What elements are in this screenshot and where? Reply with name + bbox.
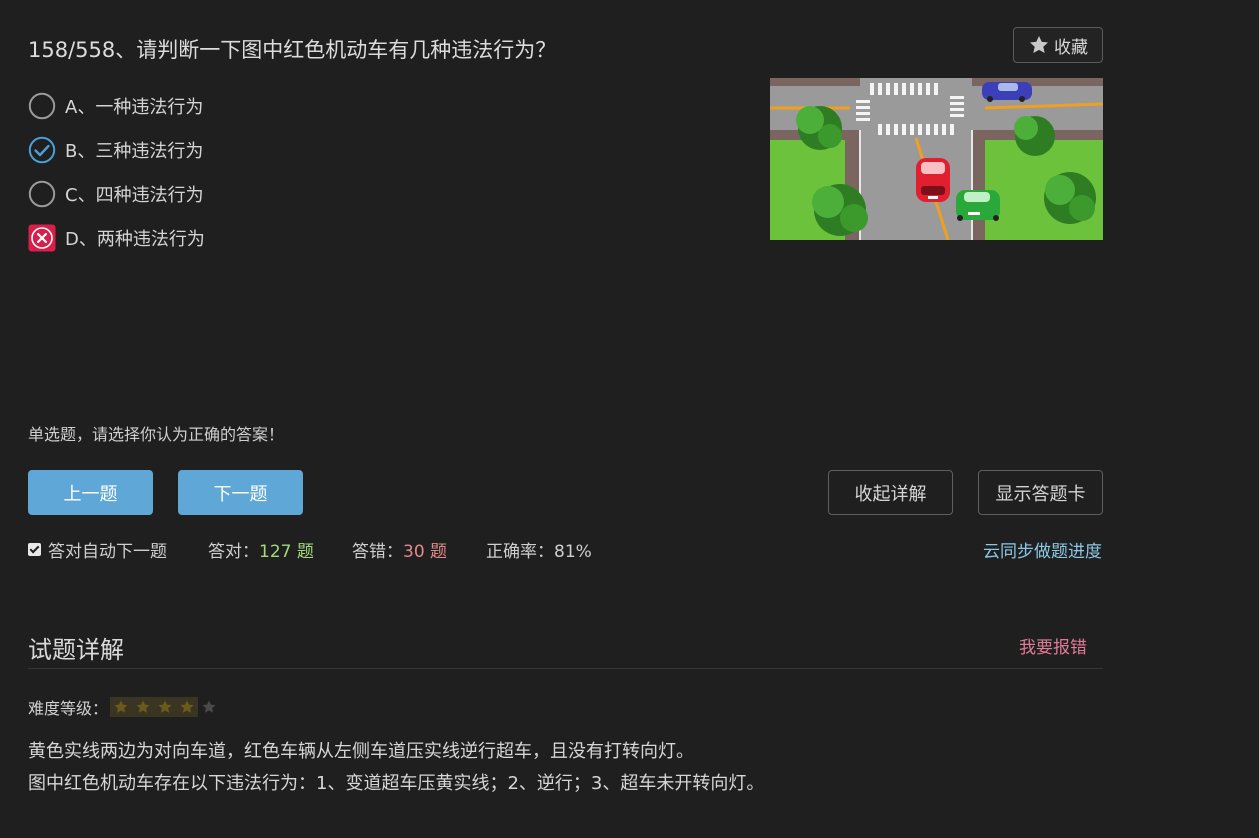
difficulty-label: 难度等级： [28,699,109,718]
wrong-count: 答错：30 题 [352,537,447,562]
show-answer-card-button[interactable]: 显示答题卡 [978,470,1103,515]
star-filled-icon [110,697,133,717]
explanation-line-2: 图中红色机动车存在以下违法行为：1、变道超车压黄实线；2、逆行；3、超车未开转向… [28,773,765,794]
collapse-explanation-button[interactable]: 收起详解 [828,470,953,515]
wrong-x-icon [28,224,56,252]
star-filled-icon [132,697,155,717]
divider [28,668,1103,669]
auto-next-label: 答对自动下一题 [48,542,167,562]
auto-next-checkbox[interactable] [28,543,41,556]
correct-count-label: 答对： [208,542,259,562]
question-title: 158/558、请判断一下图中红色机动车有几种违法行为？ [28,38,557,62]
star-icon [1030,36,1048,53]
next-question-button[interactable]: 下一题 [178,470,303,515]
difficulty-stars [110,697,220,717]
favorite-button[interactable]: 收藏 [1013,27,1103,63]
option-b-label: B、三种违法行为 [65,141,204,162]
cloud-sync-link[interactable]: 云同步做题进度 [983,537,1102,562]
star-filled-icon [154,697,177,717]
question-type-hint: 单选题，请选择你认为正确的答案！ [28,425,285,444]
wrong-count-value: 30 题 [403,542,448,562]
option-c[interactable]: C、四种违法行为 [28,179,204,209]
auto-next-toggle[interactable]: 答对自动下一题 [28,537,167,562]
option-c-label: C、四种违法行为 [65,185,204,206]
radio-unchecked-icon [28,92,56,120]
correct-count: 答对：127 题 [208,537,314,562]
star-filled-icon [176,697,199,717]
explanation-line-1: 黄色实线两边为对向车道，红色车辆从左侧车道压实线逆行超车，且没有打转向灯。 [28,741,694,762]
accuracy-rate: 正确率：81% [486,542,592,562]
difficulty-rating: 难度等级： [28,695,220,719]
correct-check-icon [28,136,56,164]
correct-count-value: 127 题 [259,542,314,562]
star-empty-icon [198,697,220,717]
option-a-label: A、一种违法行为 [65,97,204,118]
report-error-link[interactable]: 我要报错 [1019,633,1087,658]
favorite-label: 收藏 [1054,37,1088,58]
explanation-heading: 试题详解 [28,636,124,664]
prev-question-button[interactable]: 上一题 [28,470,153,515]
wrong-count-label: 答错： [352,542,403,562]
option-b[interactable]: B、三种违法行为 [28,135,203,165]
radio-unchecked-icon [28,180,56,208]
option-a[interactable]: A、一种违法行为 [28,91,203,121]
option-d[interactable]: D、两种违法行为 [28,223,205,253]
page: 158/558、请判断一下图中红色机动车有几种违法行为？ 收藏 A、一种违法行为… [0,0,1259,838]
option-d-label: D、两种违法行为 [65,229,205,250]
traffic-scene-image [770,78,1103,240]
